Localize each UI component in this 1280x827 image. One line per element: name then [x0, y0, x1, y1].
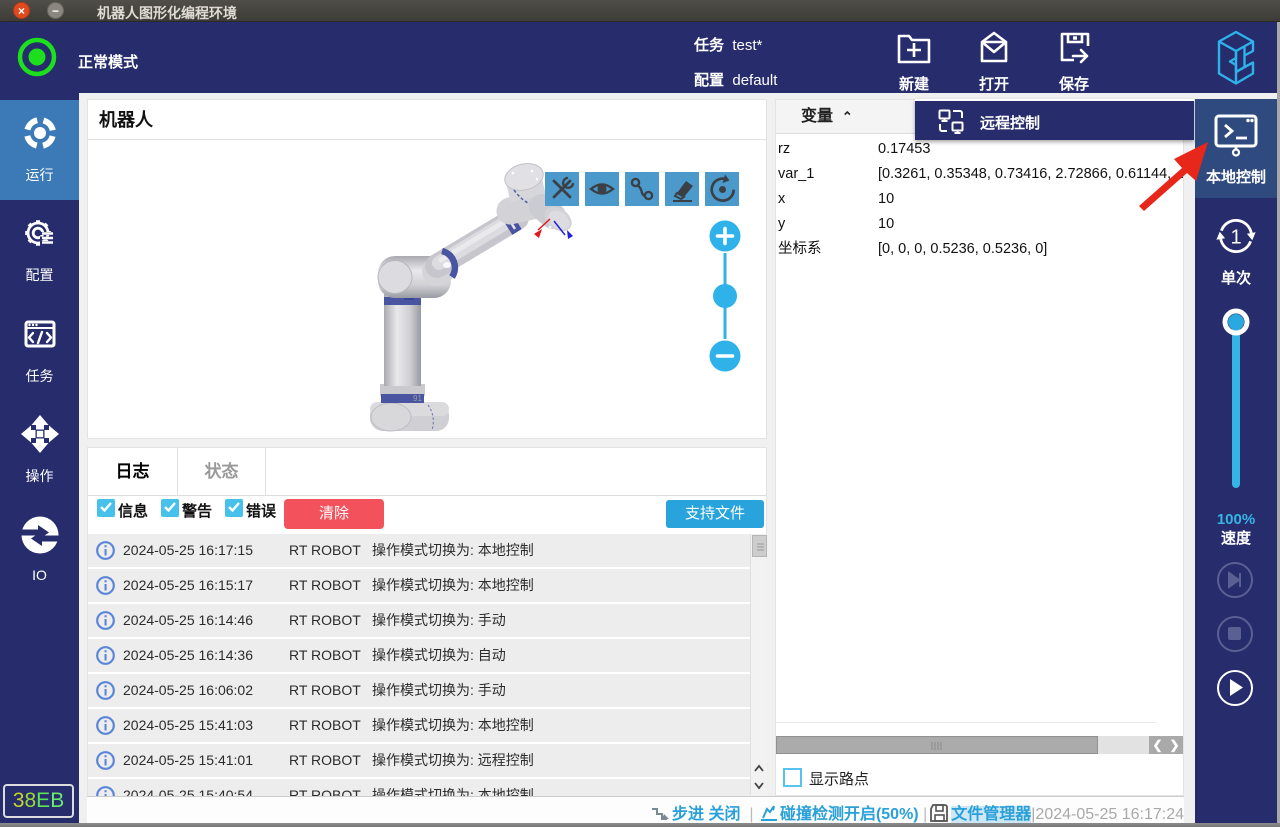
svg-text:1: 1	[1230, 227, 1241, 249]
svg-text:91: 91	[413, 394, 422, 403]
